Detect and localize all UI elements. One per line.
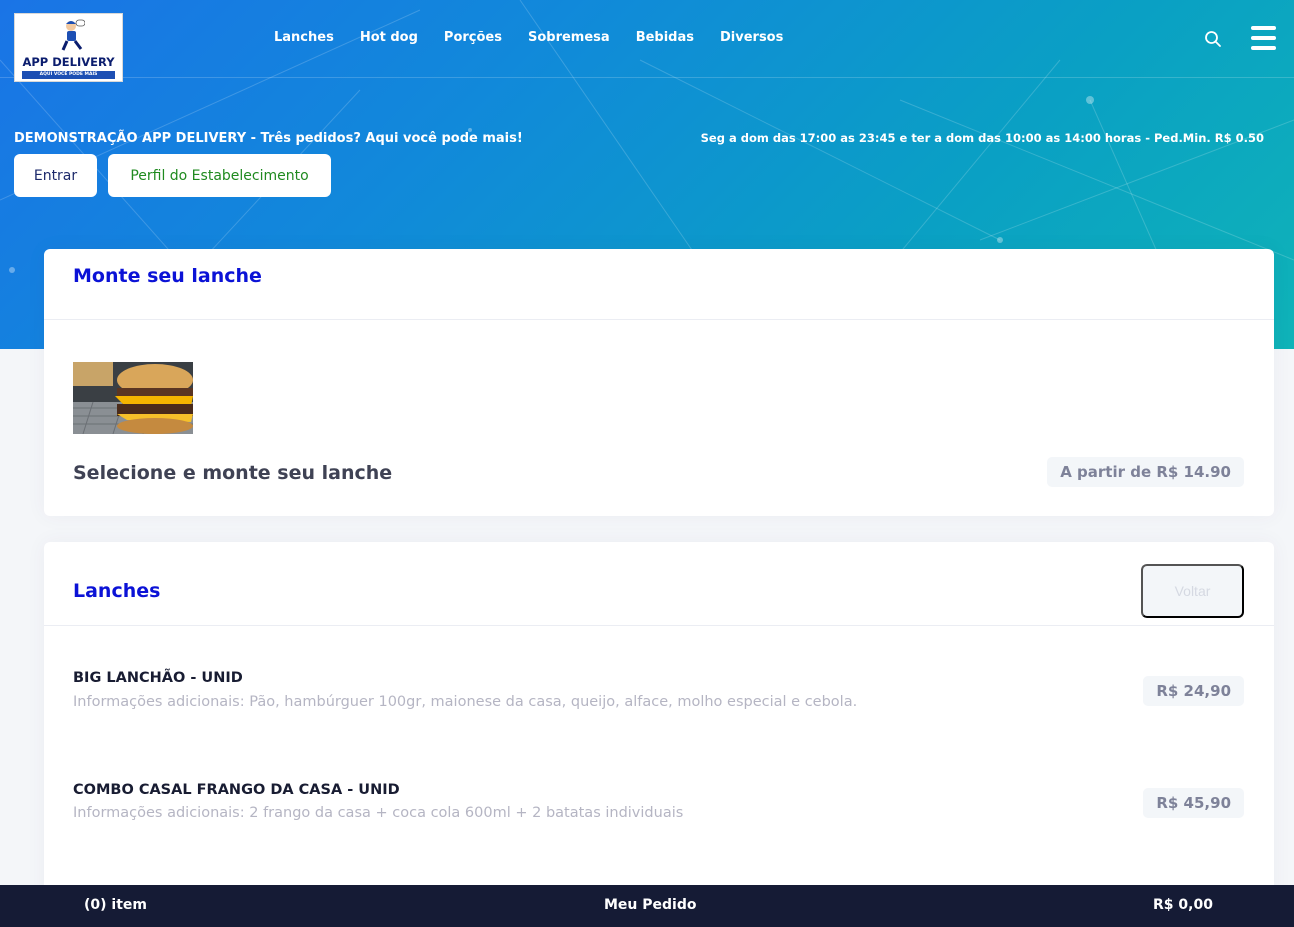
- nav-item-hot-dog[interactable]: Hot dog: [360, 30, 418, 45]
- top-navigation-bar: APP DELIVERY AQUI VOCÊ PODE MAIS Lanches…: [0, 0, 1294, 82]
- app-delivery-logo[interactable]: APP DELIVERY AQUI VOCÊ PODE MAIS: [14, 13, 123, 82]
- logo-brand-text: APP DELIVERY: [22, 55, 115, 69]
- nav-item-lanches[interactable]: Lanches: [274, 30, 334, 45]
- my-order-button[interactable]: Meu Pedido: [604, 897, 696, 913]
- product-name[interactable]: COMBO CASAL FRANGO DA CASA - UNID: [73, 782, 400, 798]
- nav-item-diversos[interactable]: Diversos: [720, 30, 783, 45]
- card-header: Lanches Voltar: [44, 542, 1274, 626]
- product-description: Informações adicionais: 2 frango da casa…: [73, 805, 684, 821]
- store-profile-button[interactable]: Perfil do Estabelecimento: [108, 154, 331, 197]
- search-icon[interactable]: [1204, 30, 1222, 48]
- card-title: Lanches: [73, 580, 161, 602]
- build-your-sandwich-card: Monte seu lanche Selecione e monte seu l…: [44, 249, 1274, 516]
- build-item-name[interactable]: Selecione e monte seu lanche: [73, 462, 392, 484]
- card-title: Monte seu lanche: [73, 265, 262, 287]
- login-button[interactable]: Entrar: [14, 154, 97, 197]
- nav-item-porcoes[interactable]: Porções: [444, 30, 502, 45]
- lanches-card: Lanches Voltar BIG LANCHÃO - UNID Inform…: [44, 542, 1274, 902]
- logo-tagline: AQUI VOCÊ PODE MAIS: [22, 71, 115, 79]
- hamburger-menu-icon[interactable]: [1251, 26, 1276, 56]
- card-header: Monte seu lanche: [44, 249, 1274, 320]
- price-badge: A partir de R$ 14.90: [1047, 457, 1244, 487]
- cart-total: R$ 0,00: [1153, 897, 1213, 913]
- back-button[interactable]: Voltar: [1141, 564, 1244, 618]
- burger-image[interactable]: [73, 362, 193, 434]
- order-footer-bar[interactable]: (0) item Meu Pedido R$ 0,00: [0, 885, 1294, 927]
- opening-hours: Seg a dom das 17:00 as 23:45 e ter a dom…: [700, 131, 1264, 145]
- category-nav: Lanches Hot dog Porções Sobremesa Bebida…: [274, 30, 809, 45]
- nav-item-sobremesa[interactable]: Sobremesa: [528, 30, 610, 45]
- nav-item-bebidas[interactable]: Bebidas: [636, 30, 694, 45]
- cart-item-count: (0) item: [84, 897, 147, 913]
- delivery-mascot-icon: [61, 19, 85, 51]
- product-price: R$ 24,90: [1143, 676, 1244, 706]
- store-title: DEMONSTRAÇÃO APP DELIVERY - Três pedidos…: [14, 131, 523, 146]
- product-name[interactable]: BIG LANCHÃO - UNID: [73, 670, 243, 686]
- product-description: Informações adicionais: Pão, hambúrguer …: [73, 694, 858, 710]
- product-price: R$ 45,90: [1143, 788, 1244, 818]
